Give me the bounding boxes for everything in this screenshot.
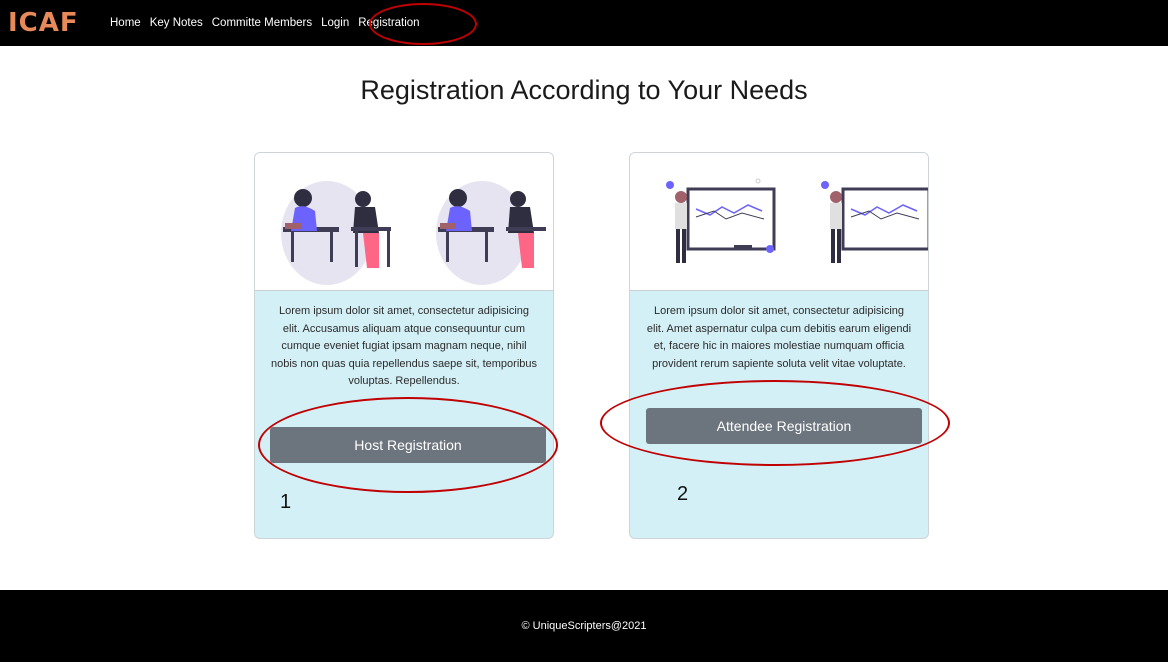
card-description: Lorem ipsum dolor sit amet, consectetur … xyxy=(270,305,537,387)
step-number: 2 xyxy=(677,483,689,505)
nav-links: Home Key Notes Committe Members Login Re… xyxy=(110,0,429,46)
brand-logo[interactable]: ICAF xyxy=(8,8,79,38)
footer-copyright: © UniqueScripters@2021 xyxy=(521,620,647,632)
step-number: 1 xyxy=(280,491,292,513)
nav-link-key-notes[interactable]: Key Notes xyxy=(150,17,203,29)
page: ICAF Home Key Notes Committe Members Log… xyxy=(0,0,1168,662)
top-navbar: ICAF Home Key Notes Committe Members Log… xyxy=(0,0,1168,46)
card-image-studying xyxy=(255,153,553,291)
card-description: Lorem ipsum dolor sit amet, consectetur … xyxy=(646,305,912,370)
nav-link-registration[interactable]: Registration xyxy=(358,17,419,29)
attendee-registration-button[interactable]: Attendee Registration xyxy=(646,408,922,444)
card-image-presenter xyxy=(630,153,928,291)
presenter-whiteboard-illustration xyxy=(666,178,928,263)
nav-link-login[interactable]: Login xyxy=(321,17,349,29)
host-registration-button[interactable]: Host Registration xyxy=(270,427,546,463)
people-studying-illustration xyxy=(281,181,546,285)
attendee-registration-card: Lorem ipsum dolor sit amet, consectetur … xyxy=(629,152,929,539)
nav-link-committee-members[interactable]: Committe Members xyxy=(212,17,312,29)
brand-text: ICAF xyxy=(8,8,79,38)
page-title: Registration According to Your Needs xyxy=(360,75,808,105)
host-registration-card: Lorem ipsum dolor sit amet, consectetur … xyxy=(254,152,554,539)
nav-link-home[interactable]: Home xyxy=(110,17,141,29)
footer: © UniqueScripters@2021 xyxy=(0,590,1168,662)
